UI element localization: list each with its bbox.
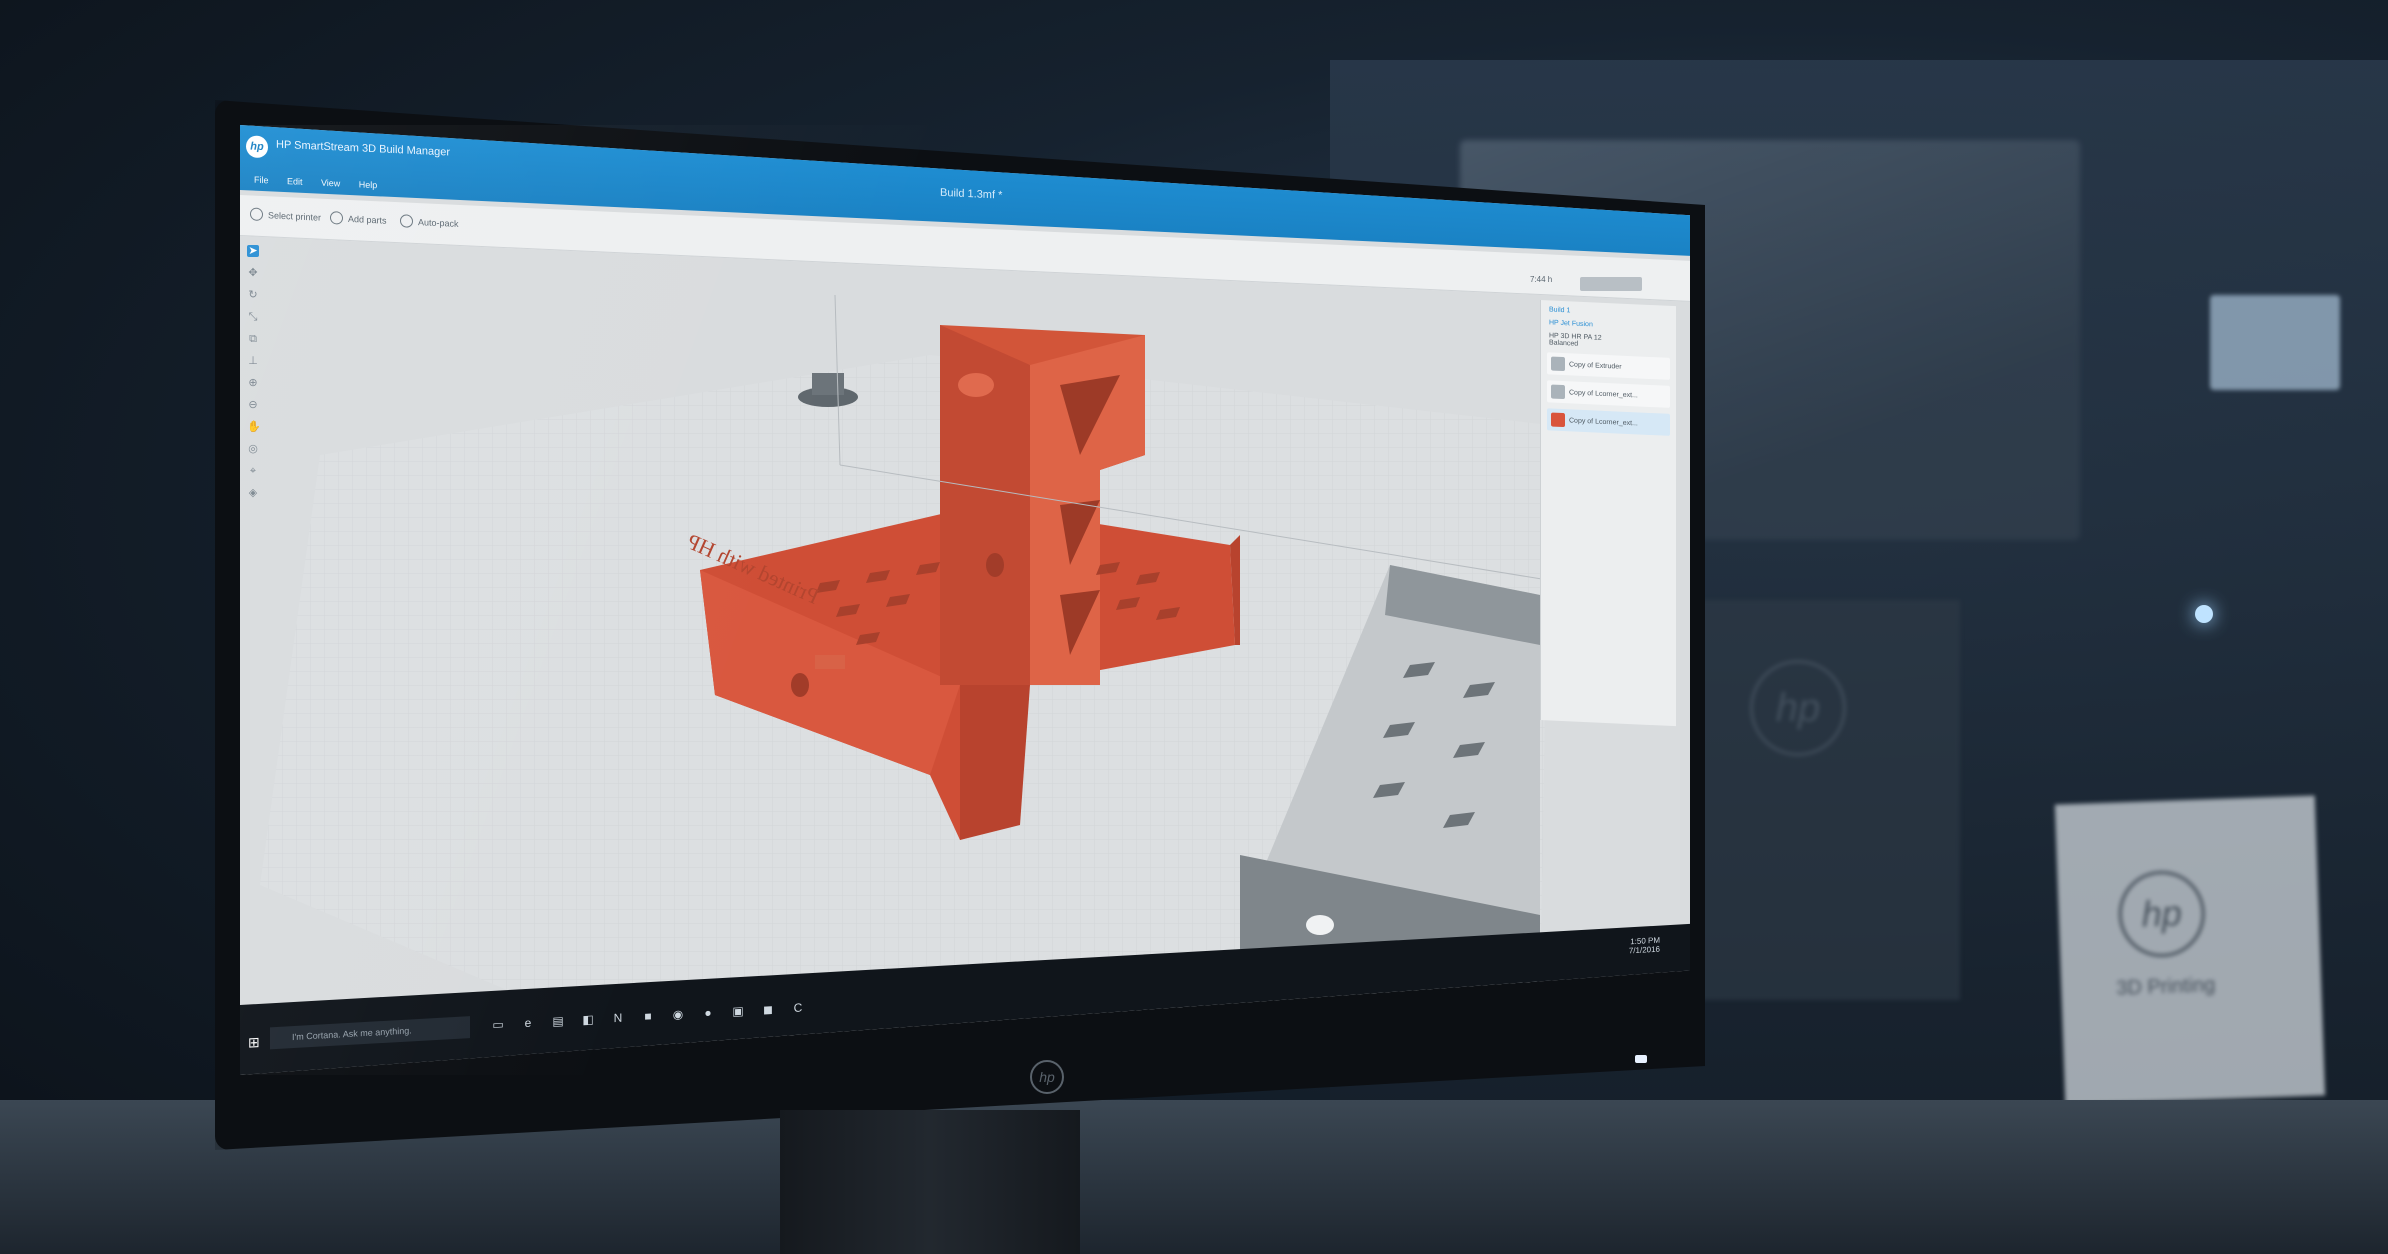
part-thumbnail-icon	[1551, 384, 1565, 400]
file-explorer-icon[interactable]: ▤	[550, 1013, 566, 1030]
menu-edit[interactable]: Edit	[287, 176, 303, 187]
part-list-item[interactable]: Copy of Lcorner_ext...	[1547, 380, 1670, 408]
menu-help[interactable]: Help	[359, 179, 378, 190]
app-title: HP SmartStream 3D Build Manager	[276, 138, 451, 159]
add-parts-icon	[330, 211, 343, 225]
fit-view-icon[interactable]: ⌖	[247, 465, 259, 477]
part-name: Copy of Lcorner_ext...	[1569, 388, 1638, 399]
app-screen: Printed with HP hp HP SmartStream 3D Bui…	[240, 125, 1690, 1075]
add-parts-button[interactable]: Add parts	[330, 211, 387, 227]
auto-pack-label: Auto-pack	[418, 216, 459, 229]
system-tray: 1:50 PM 7/1/2016	[1629, 936, 1660, 956]
add-parts-label: Add parts	[348, 213, 387, 226]
document-title: Build 1.3mf *	[940, 186, 1003, 202]
app-icon[interactable]: ●	[700, 1004, 716, 1021]
part-list-item[interactable]: Copy of Lcorner_ext...	[1547, 408, 1670, 436]
hp-logo-icon: hp	[246, 135, 268, 159]
store-icon[interactable]: ◧	[580, 1011, 596, 1028]
auto-pack-icon	[400, 214, 413, 228]
part-list-item[interactable]: Copy of Extruder	[1547, 352, 1670, 380]
select-arrow-icon[interactable]: ➤	[247, 245, 259, 257]
zoom-in-icon[interactable]: ⊕	[247, 377, 259, 389]
left-toolbar: ➤ ✥ ↻ ⤡ ⧉ ⊥ ⊕ ⊖ ✋ ◎ ⌖ ◈	[240, 245, 266, 645]
hp-logo-icon: hp	[1750, 660, 1846, 756]
right-panel: Build 1 HP Jet Fusion HP 3D HR PA 12 Bal…	[1540, 300, 1676, 727]
view-cube-icon[interactable]: ◈	[247, 487, 259, 499]
hp-logo-icon: hp	[1030, 1060, 1064, 1094]
app-icon[interactable]: ◼	[760, 1001, 776, 1018]
printer-icon	[250, 207, 263, 222]
app-icon[interactable]: ◉	[670, 1006, 686, 1023]
printer-name[interactable]: HP Jet Fusion	[1549, 319, 1668, 331]
app-icon[interactable]: C	[790, 999, 806, 1016]
build-name[interactable]: Build 1	[1549, 306, 1668, 318]
part-name: Copy of Extruder	[1569, 360, 1622, 371]
parts-list: Copy of Extruder Copy of Lcorner_ext... Co…	[1541, 352, 1676, 436]
orbit-icon[interactable]: ◎	[247, 443, 259, 455]
menu-view[interactable]: View	[321, 178, 340, 189]
part-thumbnail-icon	[1551, 356, 1565, 372]
hp-logo-icon: hp	[2117, 869, 2207, 959]
windows-start-icon[interactable]: ⊞	[248, 1034, 260, 1052]
status-led	[2195, 605, 2213, 623]
align-icon[interactable]: ⊥	[247, 355, 259, 367]
app-icon[interactable]: ■	[640, 1008, 656, 1025]
scale-icon[interactable]: ⤡	[247, 311, 259, 323]
background-sign: hp 3D Printing	[2054, 795, 2326, 1105]
menu-file[interactable]: File	[254, 175, 269, 186]
sign-text: 3D Printing	[2115, 974, 2216, 1000]
part-thumbnail-icon	[1551, 412, 1565, 428]
taskbar-apps: ▭ e ▤ ◧ N ■ ◉ ● ▣ ◼ C	[490, 999, 806, 1033]
auto-pack-button[interactable]: Auto-pack	[400, 214, 459, 230]
duplicate-icon[interactable]: ⧉	[247, 333, 259, 345]
edge-icon[interactable]: e	[520, 1014, 536, 1031]
clock-date[interactable]: 7/1/2016	[1629, 945, 1660, 956]
zoom-out-icon[interactable]: ⊖	[247, 399, 259, 411]
move-icon[interactable]: ✥	[247, 267, 259, 279]
select-printer-label: Select printer	[268, 209, 322, 223]
power-led	[1635, 1055, 1647, 1063]
background-printer-screen	[2210, 295, 2340, 390]
cortana-search[interactable]: I'm Cortana. Ask me anything.	[270, 1016, 470, 1050]
estimated-time: 7:44 h	[1530, 275, 1553, 284]
pan-hand-icon[interactable]: ✋	[247, 421, 261, 433]
send-build-button[interactable]	[1580, 277, 1642, 291]
onenote-icon[interactable]: N	[610, 1009, 626, 1026]
app-icon[interactable]: ▣	[730, 1003, 746, 1020]
task-view-icon[interactable]: ▭	[490, 1016, 506, 1033]
rotate-icon[interactable]: ↻	[247, 289, 259, 301]
part-name: Copy of Lcorner_ext...	[1569, 416, 1638, 427]
monitor-stand	[780, 1110, 1080, 1254]
select-printer-button[interactable]: Select printer	[250, 207, 321, 223]
